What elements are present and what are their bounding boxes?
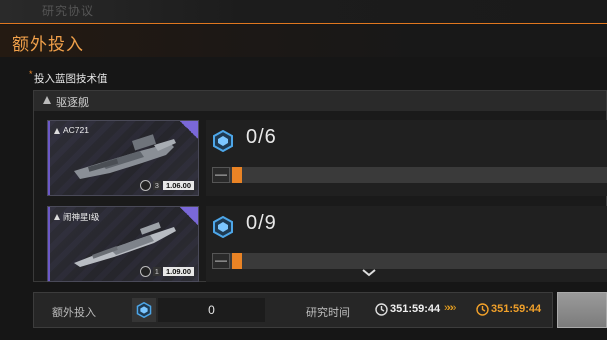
extra-input-label: 额外投入 <box>52 307 96 319</box>
globe-icon <box>139 266 151 277</box>
slider-thumb[interactable] <box>232 253 242 269</box>
top-strip: 研究协议 <box>0 0 607 24</box>
minus-button[interactable]: — <box>212 253 230 269</box>
ship-image <box>74 134 176 179</box>
ship-stat: 1 1.09.00 <box>139 266 194 277</box>
globe-icon <box>139 180 151 191</box>
ship-class-header: 驱逐舰 <box>34 91 606 111</box>
rarity-corner <box>180 121 198 139</box>
current-research-time: 351:59:44 <box>390 303 441 315</box>
section-label: * 投入蓝图技术值 <box>29 69 108 86</box>
ship-class-label: 驱逐舰 <box>56 97 89 109</box>
blueprint-hex-icon <box>132 298 156 322</box>
ship-card-2[interactable]: 闹神星I级 1 1.09.00 <box>47 206 199 282</box>
section-label-text: 投入蓝图技术值 <box>34 73 108 85</box>
quantity-slider[interactable]: — <box>212 253 607 269</box>
footer-bar: 额外投入 0 研究时间 351:59:44 »»» 351:59:44 <box>33 292 553 328</box>
blueprint-panel[interactable]: 驱逐舰 AC721 3 1.06.00 0/6 — 闹神星I级 1 1.09.0… <box>33 90 607 282</box>
clock-icon <box>375 303 388 316</box>
chevron-down-icon[interactable] <box>362 269 376 277</box>
blueprint-quantity: 0/9 <box>246 212 277 234</box>
stat-value: 1.09.00 <box>162 267 194 276</box>
new-research-time: 351:59:44 <box>491 303 542 315</box>
ship-stat: 3 1.06.00 <box>139 180 194 191</box>
quantity-row-2: 0/9 — <box>206 206 607 282</box>
destroyer-class-icon <box>54 128 60 134</box>
required-mark: * <box>29 69 33 79</box>
page-header: 额外投入 <box>0 25 607 57</box>
research-time-label: 研究时间 <box>306 307 350 319</box>
owned-count: 1 <box>152 267 161 276</box>
ship-card-1[interactable]: AC721 3 1.06.00 <box>47 120 199 196</box>
blueprint-hex-icon <box>213 216 233 238</box>
quantity-row-1: 0/6 — <box>206 120 607 196</box>
destroyer-class-icon <box>54 214 60 220</box>
confirm-button[interactable] <box>557 292 607 328</box>
page-title: 额外投入 <box>12 35 84 54</box>
extra-input-value-box: 0 <box>158 298 265 322</box>
slider-thumb[interactable] <box>232 167 242 183</box>
arrow-right-icon: »»» <box>444 302 456 314</box>
owned-count: 3 <box>152 181 161 190</box>
clock-icon <box>476 303 489 316</box>
destroyer-class-icon <box>43 96 51 104</box>
extra-input-value: 0 <box>208 303 215 317</box>
minus-button[interactable]: — <box>212 167 230 183</box>
ship-image <box>74 222 176 267</box>
quantity-slider[interactable]: — <box>212 167 607 183</box>
blueprint-hex-icon <box>213 130 233 152</box>
rarity-corner <box>180 207 198 225</box>
blueprint-quantity: 0/6 <box>246 126 277 148</box>
background-title: 研究协议 <box>42 4 95 18</box>
stat-value: 1.06.00 <box>162 181 194 190</box>
